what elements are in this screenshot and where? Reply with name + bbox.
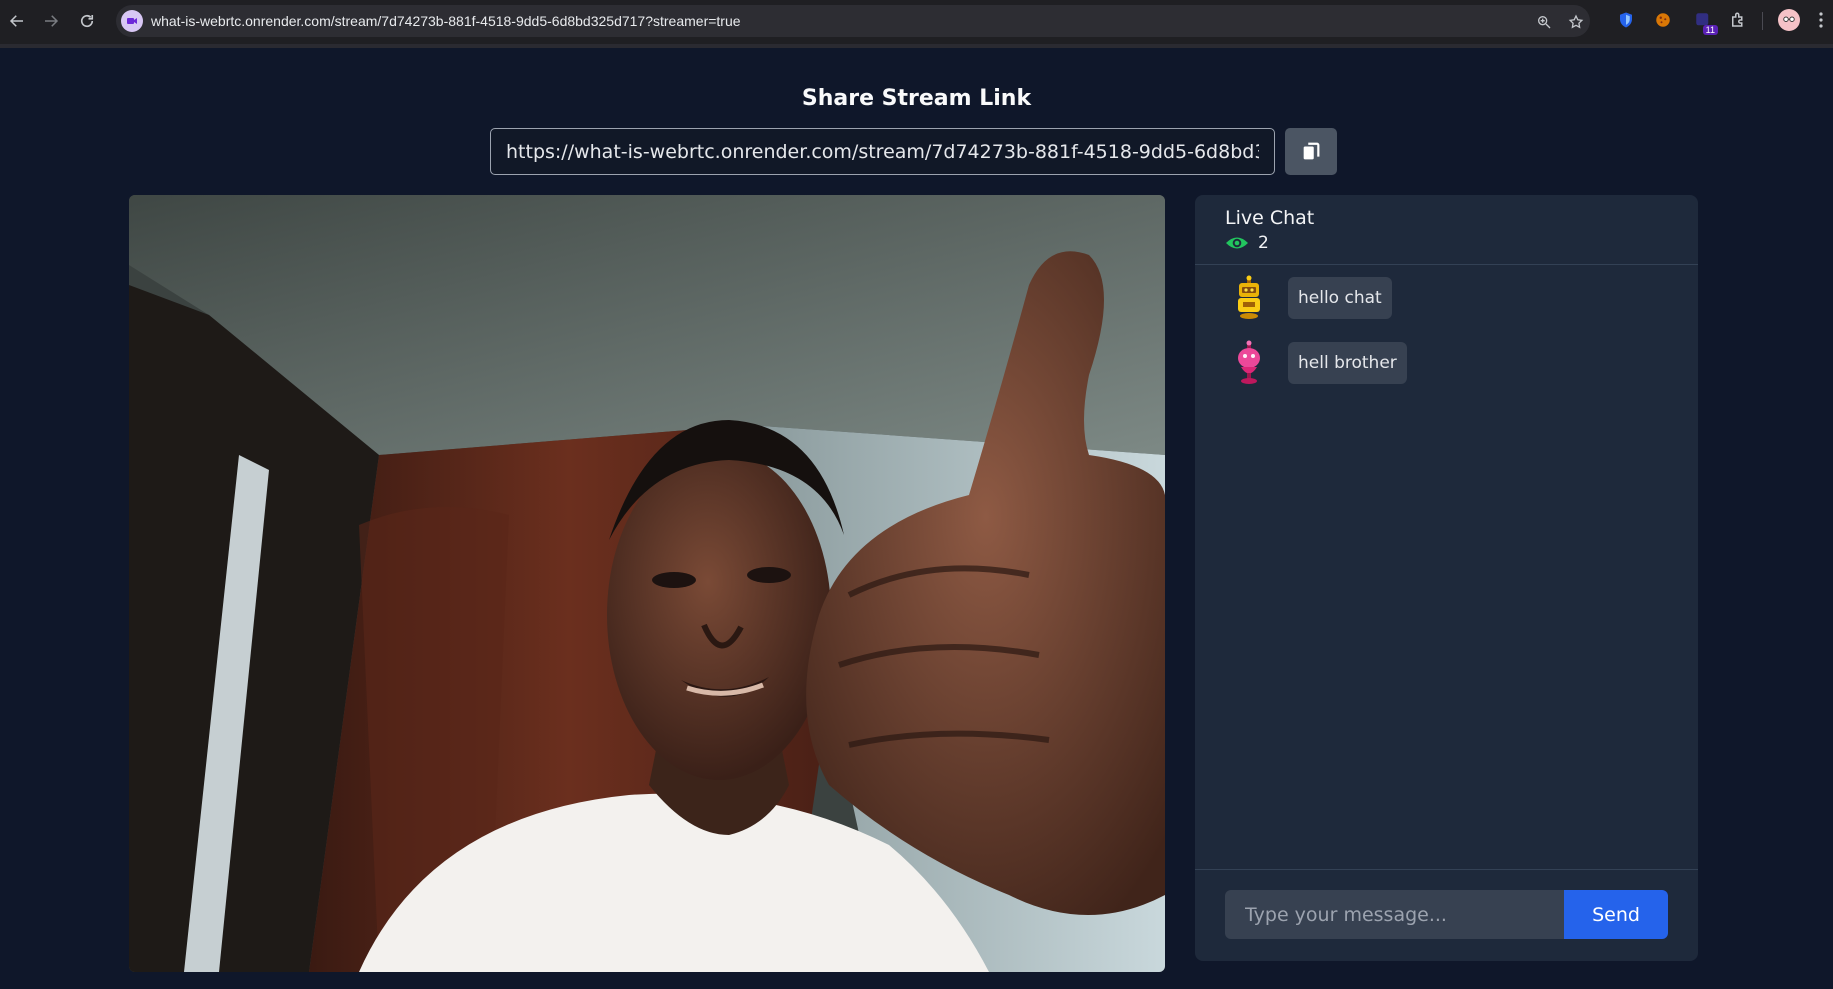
profile-avatar-icon[interactable]: [1778, 9, 1800, 31]
share-stream-title: Share Stream Link: [801, 86, 1032, 111]
viewer-count-indicator: 2: [1225, 233, 1269, 253]
stream-link-input[interactable]: [490, 128, 1275, 175]
message-bubble: hello chat: [1288, 277, 1392, 319]
address-url: what-is-webrtc.onrender.com/stream/7d742…: [151, 13, 741, 29]
viewer-count: 2: [1258, 233, 1269, 253]
tab-counter-extension-icon[interactable]: 11: [1692, 9, 1718, 35]
shield-extension-icon[interactable]: [1615, 9, 1637, 31]
address-bar[interactable]: what-is-webrtc.onrender.com/stream/7d742…: [116, 5, 1590, 37]
browser-menu-icon[interactable]: [1814, 8, 1828, 32]
cookie-extension-icon[interactable]: [1652, 9, 1674, 31]
live-chat-panel: Live Chat 2 hello chat hell brother Type…: [1195, 195, 1698, 961]
yellow-robot-avatar-icon: [1238, 275, 1260, 319]
back-icon[interactable]: [4, 8, 30, 34]
zoom-icon[interactable]: [1533, 11, 1555, 33]
reload-icon[interactable]: [74, 8, 100, 34]
browser-toolbar: what-is-webrtc.onrender.com/stream/7d742…: [0, 0, 1833, 48]
message-bubble: hell brother: [1288, 342, 1407, 384]
chat-message: hell brother: [1229, 340, 1407, 386]
chat-message: hello chat: [1229, 275, 1392, 321]
copy-icon: [1303, 142, 1320, 159]
forward-icon[interactable]: [38, 8, 64, 34]
chat-composer: Send: [1195, 869, 1698, 961]
chat-header: Live Chat 2: [1195, 195, 1698, 265]
extension-badge: 11: [1702, 25, 1718, 35]
eye-icon: [1226, 237, 1248, 249]
site-favicon-icon: [121, 10, 143, 32]
send-button[interactable]: Send: [1564, 890, 1668, 939]
stream-video: [129, 195, 1165, 972]
toolbar-divider: [1762, 12, 1763, 30]
extensions-puzzle-icon[interactable]: [1727, 9, 1749, 31]
copy-link-button[interactable]: [1285, 128, 1337, 175]
camera-feed-image: [129, 195, 1165, 972]
chat-title: Live Chat: [1225, 207, 1315, 229]
bookmark-star-icon[interactable]: [1565, 11, 1587, 33]
pink-robot-avatar-icon: [1238, 340, 1260, 384]
chat-message-input[interactable]: [1225, 890, 1565, 939]
